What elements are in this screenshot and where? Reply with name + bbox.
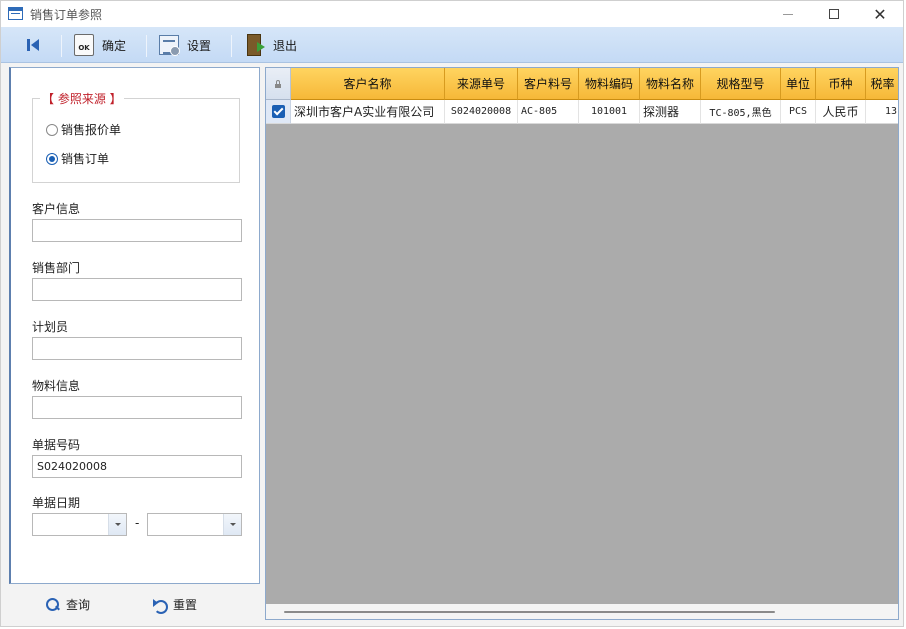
exit-door-icon [245,34,265,56]
cell-tax-rate[interactable]: 13 [866,100,898,124]
grid-header: 客户名称 来源单号 客户料号 物料编码 物料名称 规格型号 单位 币种 税率 [266,68,898,100]
undo-icon [153,598,168,614]
cell-material-code[interactable]: 101001 [579,100,640,124]
lock-column-header[interactable] [266,68,291,100]
column-header-customer-part-no[interactable]: 客户料号 [518,68,579,100]
department-label: 销售部门 [32,261,81,275]
cell-material-name[interactable]: 探测器 [640,100,701,124]
toolbar-separator [146,35,147,57]
checkbox-checked-icon[interactable] [271,105,285,118]
material-input[interactable] [32,396,242,419]
cell-spec[interactable]: TC-805,黑色 [701,100,781,124]
first-record-button[interactable] [27,27,41,63]
settings-icon [159,35,180,56]
column-header-source-no[interactable]: 来源单号 [445,68,518,100]
cell-source-no[interactable]: S024020008 [445,100,518,124]
filter-panel: 【 参照来源 】 销售报价单 销售订单 客户信息 销售部门 计划员 物料信息 单… [9,67,260,584]
ok-icon: OK [74,34,94,56]
column-header-material-name[interactable]: 物料名称 [640,68,701,100]
reference-window: 销售订单参照 ✕ OK 确定 设置 退出 【 参照来源 】 销售报价单 销售订单… [0,0,904,627]
exit-button[interactable]: 退出 [245,27,297,63]
customer-label: 客户信息 [32,202,81,216]
material-label: 物料信息 [32,379,81,393]
date-separator: - [135,516,140,530]
query-button-label: 查询 [66,598,91,612]
scrollbar-thumb[interactable] [284,611,775,613]
radio-sales-order[interactable]: 销售订单 [46,150,109,167]
title-bar: 销售订单参照 ✕ [1,1,903,27]
source-group-title: 【 参照来源 】 [40,90,124,107]
planner-label: 计划员 [32,320,69,334]
planner-input[interactable] [32,337,242,360]
close-icon: ✕ [873,4,887,24]
cell-customer-name[interactable]: 深圳市客户A实业有限公司 [291,100,445,124]
cell-customer-part-no[interactable]: AC-805 [518,100,579,124]
minimize-button[interactable] [765,1,811,27]
table-icon [8,7,23,20]
date-label: 单据日期 [32,496,81,510]
toolbar: OK 确定 设置 退出 [1,27,903,63]
close-button[interactable]: ✕ [857,1,903,27]
date-from-picker[interactable] [32,513,127,536]
column-header-tax-rate[interactable]: 税率 [866,68,898,100]
docno-label: 单据号码 [32,438,81,452]
column-header-unit[interactable]: 单位 [781,68,816,100]
maximize-button[interactable] [811,1,857,27]
radio-sales-order-label: 销售订单 [61,152,110,166]
column-header-material-code[interactable]: 物料编码 [579,68,640,100]
settings-button-label: 设置 [187,38,212,53]
cell-unit[interactable]: PCS [781,100,816,124]
date-to-picker[interactable] [147,513,242,536]
docno-input[interactable]: S024020008 [32,455,242,478]
chevron-down-icon[interactable] [108,514,126,535]
customer-input[interactable] [32,219,242,242]
settings-button[interactable]: 设置 [159,27,211,63]
minimize-icon [783,14,793,15]
cell-currency[interactable]: 人民币 [816,100,866,124]
first-record-icon [27,38,41,52]
results-grid: 客户名称 来源单号 客户料号 物料编码 物料名称 规格型号 单位 币种 税率 深… [265,67,899,620]
lock-icon [275,79,281,88]
radio-sales-quote-label: 销售报价单 [61,123,122,137]
query-button[interactable]: 查询 [46,596,90,613]
maximize-icon [829,9,839,19]
window-title: 销售订单参照 [30,8,103,22]
source-group: 【 参照来源 】 销售报价单 销售订单 [32,90,240,183]
row-select-cell[interactable] [266,100,291,124]
horizontal-scrollbar[interactable] [266,604,898,619]
radio-sales-quote[interactable]: 销售报价单 [46,121,121,138]
department-input[interactable] [32,278,242,301]
reset-button[interactable]: 重置 [153,596,198,614]
ok-button[interactable]: OK 确定 [74,27,126,63]
toolbar-separator [231,35,232,57]
radio-unchecked-icon [46,123,58,136]
reset-button-label: 重置 [173,598,198,612]
column-header-spec[interactable]: 规格型号 [701,68,781,100]
toolbar-separator [61,35,62,57]
filter-actions: 查询 重置 [9,586,260,624]
radio-checked-icon [46,152,58,165]
exit-button-label: 退出 [273,38,298,53]
search-icon [46,597,60,612]
column-header-currency[interactable]: 币种 [816,68,866,100]
ok-button-label: 确定 [102,38,127,53]
chevron-down-icon[interactable] [223,514,241,535]
table-row[interactable]: 深圳市客户A实业有限公司 S024020008 AC-805 101001 探测… [266,100,898,124]
column-header-customer-name[interactable]: 客户名称 [291,68,445,100]
